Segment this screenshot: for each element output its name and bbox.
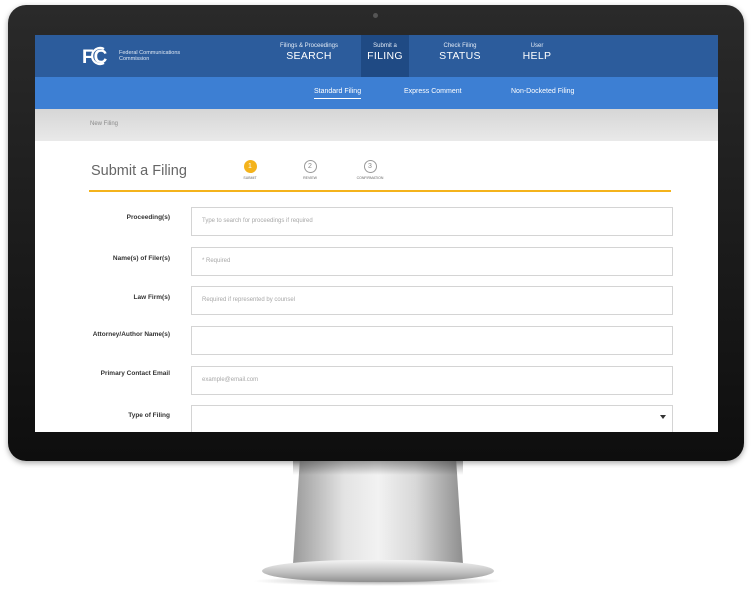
- nav-status-label: STATUS: [439, 50, 481, 62]
- contact-email-input[interactable]: example@email.com: [191, 366, 673, 395]
- nav-help[interactable]: User HELP: [517, 43, 557, 62]
- monitor-stand-base: [262, 560, 494, 582]
- nav-status-small-label: Check Filing: [443, 43, 477, 49]
- tab-standard-filing[interactable]: Standard Filing: [314, 88, 362, 99]
- breadcrumb-bar: New Filing: [35, 109, 718, 141]
- monitor-stand-neck: [293, 461, 463, 564]
- tab-non-docketed-filing[interactable]: Non-Docketed Filing: [511, 88, 574, 95]
- attorney-names-label: Attorney/Author Name(s): [92, 331, 170, 338]
- law-firms-placeholder: Required if represented by counsel: [202, 297, 296, 303]
- law-firms-label: Law Firm(s): [133, 294, 170, 301]
- contact-email-label: Primary Contact Email: [100, 370, 170, 377]
- step-submit-circle: 1: [243, 160, 257, 173]
- sub-navigation-bar: Standard Filing Express Comment Non-Dock…: [35, 77, 718, 109]
- filing-type-label: Type of Filing: [128, 412, 170, 419]
- breadcrumb[interactable]: New Filing: [90, 121, 118, 127]
- nav-help-small-label: User: [530, 43, 544, 49]
- page-title: Submit a Filing: [91, 163, 187, 179]
- step-confirmation: 3 CONFIRMATION: [350, 160, 390, 180]
- contact-email-placeholder: example@email.com: [202, 377, 259, 383]
- step-submit: 1 SUBMIT: [230, 160, 270, 180]
- monitor-bezel: FC Federal Communications Commission Fil…: [8, 5, 744, 461]
- step-review: 2 REVIEW: [290, 160, 330, 180]
- step-submit-label: SUBMIT: [243, 176, 257, 180]
- nav-filing-label: FILING: [367, 50, 403, 62]
- proceedings-placeholder: Type to search for proceedings if requir…: [202, 218, 313, 224]
- fcc-logo-icon: FC: [81, 45, 113, 67]
- logo-text: Federal Communications Commission: [119, 50, 181, 62]
- law-firms-input[interactable]: Required if represented by counsel: [191, 286, 673, 315]
- filer-names-placeholder: * Required: [202, 258, 231, 264]
- nav-search-small-label: Filings & Proceedings: [279, 43, 339, 49]
- webcam: [373, 13, 378, 18]
- proceedings-label: Proceeding(s): [126, 214, 170, 221]
- top-navigation-bar: FC Federal Communications Commission Fil…: [35, 35, 718, 77]
- nav-search[interactable]: Filings & Proceedings SEARCH: [273, 43, 345, 62]
- nav-search-label: SEARCH: [286, 50, 332, 62]
- tab-express-comment[interactable]: Express Comment: [404, 88, 462, 95]
- nav-help-label: HELP: [522, 50, 552, 62]
- fcc-logo[interactable]: FC Federal Communications Commission: [81, 45, 189, 67]
- filing-type-select[interactable]: [191, 405, 673, 432]
- nav-filing-small-label: Submit a: [373, 43, 397, 49]
- filer-names-label: Name(s) of Filer(s): [112, 255, 170, 262]
- caret-down-icon: [660, 415, 666, 419]
- nav-status[interactable]: Check Filing STATUS: [437, 43, 483, 62]
- stand-shadow: [293, 461, 463, 475]
- step-confirmation-circle: 3: [363, 160, 377, 173]
- proceedings-input[interactable]: Type to search for proceedings if requir…: [191, 207, 673, 236]
- step-confirmation-label: CONFIRMATION: [356, 176, 384, 180]
- step-review-label: REVIEW: [303, 176, 317, 180]
- progress-divider: [89, 190, 671, 192]
- step-review-circle: 2: [303, 160, 317, 173]
- screen: FC Federal Communications Commission Fil…: [35, 35, 718, 432]
- filer-names-input[interactable]: * Required: [191, 247, 673, 276]
- nav-filing[interactable]: Submit a FILING: [361, 35, 409, 77]
- attorney-names-input[interactable]: [191, 326, 673, 355]
